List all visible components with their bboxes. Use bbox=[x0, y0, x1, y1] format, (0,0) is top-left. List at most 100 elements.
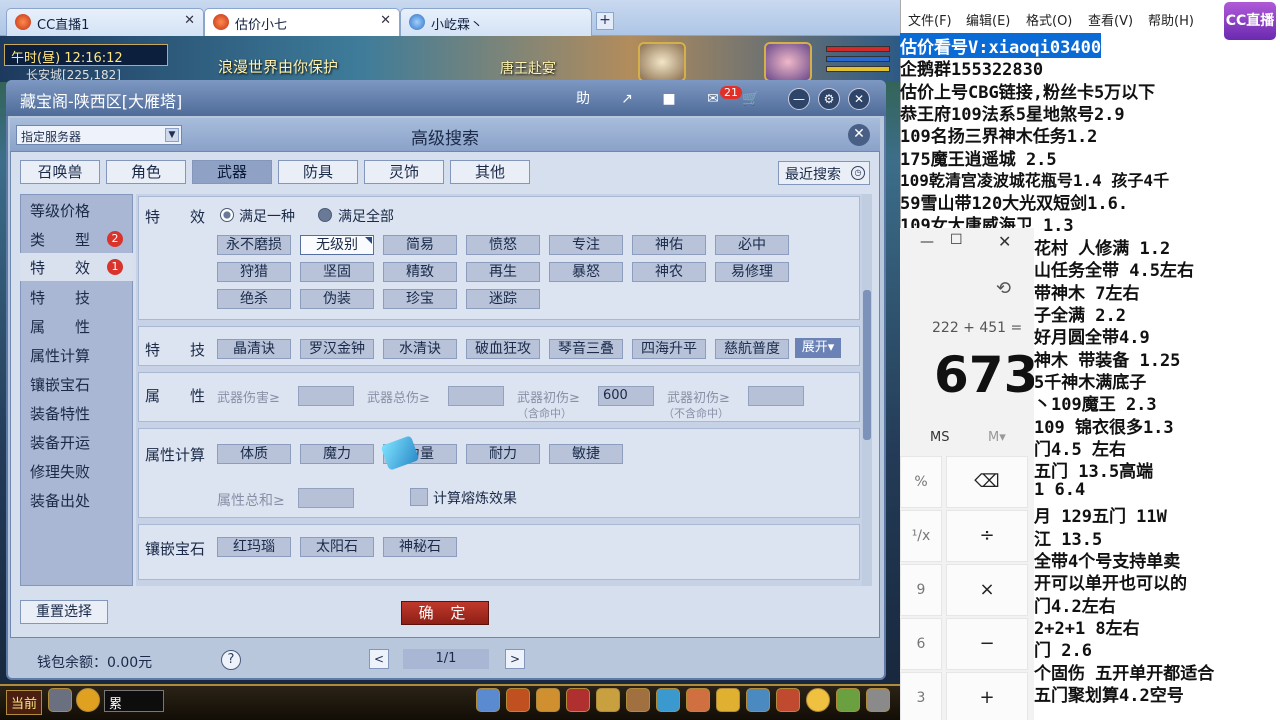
effect-chip[interactable]: 绝杀 bbox=[217, 289, 291, 309]
history-icon[interactable]: ⟲ bbox=[996, 278, 1011, 299]
settings-icon[interactable] bbox=[866, 688, 890, 712]
help-button[interactable]: 助 bbox=[570, 87, 596, 111]
category-tab-other[interactable]: 其他 bbox=[450, 160, 530, 184]
category-tab-armor[interactable]: 防具 bbox=[278, 160, 358, 184]
effect-chip[interactable]: 坚固 bbox=[300, 262, 374, 282]
menu-help[interactable]: 帮助(H) bbox=[1148, 10, 1194, 29]
skill-chip[interactable]: 晶清诀 bbox=[217, 339, 291, 359]
skill-icon[interactable] bbox=[566, 688, 590, 712]
add-key[interactable]: + bbox=[946, 672, 1028, 720]
menu-edit[interactable]: 编辑(E) bbox=[966, 10, 1010, 29]
shop-icon[interactable] bbox=[716, 688, 740, 712]
map-icon[interactable] bbox=[626, 688, 650, 712]
sidebar-item-gems[interactable]: 镶嵌宝石 bbox=[20, 370, 133, 398]
calc-key-left[interactable]: 9 bbox=[900, 564, 942, 616]
share-icon[interactable]: ↗ bbox=[614, 87, 640, 111]
attr-chip[interactable]: 耐力 bbox=[466, 444, 540, 464]
help-icon[interactable]: ? bbox=[221, 650, 241, 670]
effect-chip-selected[interactable]: 无级别 bbox=[300, 235, 374, 255]
calc-maximize-icon[interactable]: ☐ bbox=[950, 232, 963, 248]
prev-page-button[interactable]: < bbox=[369, 649, 389, 669]
effect-chip[interactable]: 专注 bbox=[549, 235, 623, 255]
weapon-damage-input[interactable] bbox=[298, 386, 354, 406]
effect-chip[interactable]: 伪装 bbox=[300, 289, 374, 309]
sidebar-item-traits[interactable]: 装备特性 bbox=[20, 399, 133, 427]
scrollbar-thumb[interactable] bbox=[863, 290, 871, 440]
multiply-key[interactable]: × bbox=[946, 564, 1028, 616]
divide-key[interactable]: ÷ bbox=[946, 510, 1028, 562]
calc-key-left[interactable]: % bbox=[900, 456, 942, 508]
settings-icon[interactable]: ⚙ bbox=[818, 88, 840, 110]
effect-chip[interactable]: 再生 bbox=[466, 262, 540, 282]
reset-button[interactable]: 重置选择 bbox=[20, 600, 108, 624]
calc-key-left[interactable]: 3 bbox=[900, 672, 942, 720]
effect-chip[interactable]: 易修理 bbox=[715, 262, 789, 282]
memory-recall-button[interactable]: M▾ bbox=[988, 430, 1006, 445]
close-button[interactable]: ✕ bbox=[848, 88, 870, 110]
ranking-icon[interactable] bbox=[776, 688, 800, 712]
microphone-icon[interactable] bbox=[48, 688, 72, 712]
skill-chip[interactable]: 四海升平 bbox=[632, 339, 706, 359]
effect-chip[interactable]: 简易 bbox=[383, 235, 457, 255]
backspace-key[interactable]: ⌫ bbox=[946, 456, 1028, 508]
menu-file[interactable]: 文件(F) bbox=[908, 10, 952, 29]
smile-icon[interactable] bbox=[806, 688, 830, 712]
tab-appraisal[interactable]: 估价小七 ✕ bbox=[204, 8, 400, 36]
skill-chip[interactable]: 琴音三叠 bbox=[549, 339, 623, 359]
gem-chip[interactable]: 太阳石 bbox=[300, 537, 374, 557]
quest-icon[interactable] bbox=[596, 688, 620, 712]
cart-icon[interactable]: 🛒 bbox=[738, 87, 764, 111]
tab-cc-live[interactable]: CC直播1 ✕ bbox=[6, 8, 204, 36]
chat-channel-label[interactable]: 当前 bbox=[6, 690, 43, 715]
close-icon[interactable]: ✕ bbox=[380, 13, 391, 28]
weapon-base-damage-input[interactable]: 600 bbox=[598, 386, 654, 406]
dialog-close-button[interactable]: ✕ bbox=[848, 124, 870, 146]
effect-chip[interactable]: 珍宝 bbox=[383, 289, 457, 309]
player-avatar[interactable] bbox=[764, 42, 812, 82]
skill-chip[interactable]: 破血狂攻 bbox=[466, 339, 540, 359]
effect-chip[interactable]: 迷踪 bbox=[466, 289, 540, 309]
effect-chip[interactable]: 永不磨损 bbox=[217, 235, 291, 255]
content-scrollbar[interactable] bbox=[862, 194, 872, 586]
sidebar-item-fortune[interactable]: 装备开运 bbox=[20, 428, 133, 456]
calc-key-left[interactable]: 6 bbox=[900, 618, 942, 670]
expand-button[interactable]: 展开▾ bbox=[795, 338, 841, 358]
team-icon[interactable] bbox=[536, 688, 560, 712]
attr-chip[interactable]: 敏捷 bbox=[549, 444, 623, 464]
effect-chip[interactable]: 神农 bbox=[632, 262, 706, 282]
sidebar-item-attr-calc[interactable]: 属性计算 bbox=[20, 341, 133, 369]
weapon-base-damage-nohit-input[interactable] bbox=[748, 386, 804, 406]
recent-search-button[interactable]: 最近搜索 ◷ bbox=[778, 161, 870, 185]
attr-total-input[interactable] bbox=[298, 488, 354, 508]
pet-avatar[interactable] bbox=[638, 42, 686, 82]
new-tab-button[interactable]: + bbox=[596, 12, 614, 30]
close-icon[interactable]: ✕ bbox=[184, 13, 195, 28]
calc-key-left[interactable]: ¹/x bbox=[900, 510, 942, 562]
attr-chip[interactable]: 体质 bbox=[217, 444, 291, 464]
category-tab-pet[interactable]: 召唤兽 bbox=[20, 160, 100, 184]
radio-match-any[interactable] bbox=[220, 208, 234, 222]
effect-chip[interactable]: 愤怒 bbox=[466, 235, 540, 255]
menu-format[interactable]: 格式(O) bbox=[1026, 10, 1072, 29]
effect-chip[interactable]: 狩猎 bbox=[217, 262, 291, 282]
smelt-effect-checkbox[interactable] bbox=[410, 488, 428, 506]
server-select[interactable]: 指定服务器 ▼ bbox=[16, 125, 182, 145]
sidebar-item-repair-fail[interactable]: 修理失败 bbox=[20, 457, 133, 485]
inventory-icon[interactable] bbox=[506, 688, 530, 712]
skill-chip[interactable]: 水清诀 bbox=[383, 339, 457, 359]
skill-chip[interactable]: 慈航普度 bbox=[715, 339, 789, 359]
sidebar-item-level-price[interactable]: 等级价格 bbox=[20, 196, 133, 224]
next-page-button[interactable]: > bbox=[505, 649, 525, 669]
system-icon[interactable] bbox=[836, 688, 860, 712]
weapon-total-damage-input[interactable] bbox=[448, 386, 504, 406]
gem-chip[interactable]: 神秘石 bbox=[383, 537, 457, 557]
action-icon[interactable] bbox=[476, 688, 500, 712]
sidebar-item-attributes[interactable]: 属 性 bbox=[20, 312, 133, 340]
effect-chip[interactable]: 暴怒 bbox=[549, 262, 623, 282]
radio-match-all[interactable] bbox=[318, 208, 332, 222]
category-tab-role[interactable]: 角色 bbox=[106, 160, 186, 184]
skill-chip[interactable]: 罗汉金钟 bbox=[300, 339, 374, 359]
chat-input[interactable]: 累 bbox=[104, 690, 164, 712]
memory-store-button[interactable]: MS bbox=[930, 430, 949, 445]
category-tab-accessory[interactable]: 灵饰 bbox=[364, 160, 444, 184]
